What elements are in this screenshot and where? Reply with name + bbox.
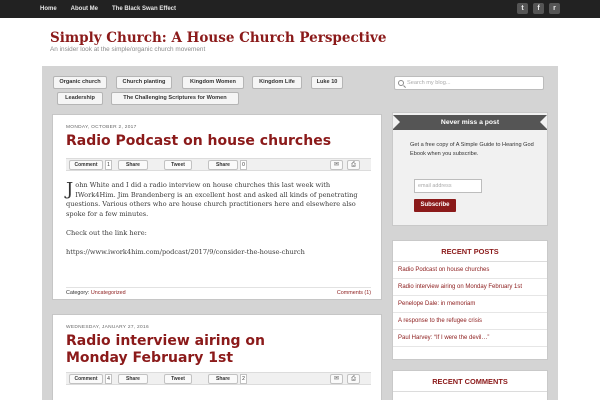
share-bar: Comment 1 Share Tweet Share 0 ✉ ⎙ — [66, 158, 371, 171]
post-link[interactable]: https://www.iwork4him.com/podcast/2017/9… — [66, 248, 371, 258]
email-field[interactable] — [414, 179, 482, 193]
post-date: WEDNESDAY, JANUARY 27, 2016 — [66, 325, 149, 330]
category-link[interactable]: Uncategorized — [91, 290, 126, 296]
print-icon[interactable]: ⎙ — [347, 160, 360, 170]
post-title[interactable]: Radio interview airing on Monday Februar… — [66, 333, 306, 367]
post-paragraph: Check out the link here: — [66, 228, 147, 237]
recent-post-link[interactable]: Penelope Dale: in memoriam — [393, 296, 547, 313]
tag-luke-10[interactable]: Luke 10 — [311, 76, 343, 89]
recent-post-link[interactable]: Radio interview airing on Monday Februar… — [393, 279, 547, 296]
nav-black-swan-effect[interactable]: The Black Swan Effect — [112, 0, 176, 18]
post-title[interactable]: Radio Podcast on house churches — [66, 133, 371, 150]
tag-leadership[interactable]: Leadership — [57, 92, 103, 105]
facebook-share-button[interactable]: Share — [118, 160, 148, 170]
subscribe-ribbon: Never miss a post — [393, 115, 547, 130]
recent-comments-widget: RECENT COMMENTS — [392, 370, 548, 400]
email-icon[interactable]: ✉ — [330, 160, 343, 170]
post-paragraph: John White and I did a radio interview o… — [66, 179, 358, 218]
linkedin-count: 0 — [240, 160, 247, 170]
post-body: John White and I did a radio interview o… — [66, 181, 371, 267]
tag-challenging-scriptures[interactable]: The Challenging Scriptures for Women — [111, 92, 239, 105]
site-title[interactable]: Simply Church: A House Church Perspectiv… — [50, 30, 386, 46]
tag-kingdom-women[interactable]: Kingdom Women — [182, 76, 244, 89]
share-bar: Comment 4 Share Tweet Share 2 ✉ ⎙ — [66, 372, 371, 385]
tweet-button[interactable]: Tweet — [164, 160, 192, 170]
recent-post-link[interactable]: A response to the refugee crisis — [393, 313, 547, 330]
email-icon[interactable]: ✉ — [330, 374, 343, 384]
recent-comments-title: RECENT COMMENTS — [393, 371, 547, 392]
print-icon[interactable]: ⎙ — [347, 374, 360, 384]
subscribe-title: Never miss a post — [440, 119, 500, 126]
category-label: Category: — [66, 290, 90, 296]
comment-count: 1 — [105, 160, 112, 170]
nav-about-me[interactable]: About Me — [71, 0, 98, 18]
tag-kingdom-life[interactable]: Kingdom Life — [252, 76, 302, 89]
site-description: An insider look at the simple/organic ch… — [50, 46, 206, 53]
post-card: WEDNESDAY, JANUARY 27, 2016 Radio interv… — [52, 314, 382, 400]
search-input[interactable] — [407, 77, 542, 89]
post-date: MONDAY, OCTOBER 2, 2017 — [66, 125, 137, 130]
search-icon — [398, 80, 404, 86]
linkedin-share-button[interactable]: Share — [208, 374, 238, 384]
comments-link[interactable]: Comments (1) — [337, 290, 371, 296]
twitter-icon[interactable]: t — [517, 3, 528, 14]
search-box — [394, 76, 544, 90]
recent-post-link[interactable]: Radio Podcast on house churches — [393, 262, 547, 279]
subscribe-widget: Never miss a post Get a free copy of A S… — [392, 112, 548, 226]
comment-count: 4 — [105, 374, 112, 384]
subscribe-text: Get a free copy of A Simple Guide to Hea… — [410, 142, 534, 157]
post-footer: Category: Uncategorized Comments (1) — [66, 287, 371, 297]
tweet-button[interactable]: Tweet — [164, 374, 192, 384]
facebook-icon[interactable]: f — [533, 3, 544, 14]
linkedin-share-button[interactable]: Share — [208, 160, 238, 170]
recent-post-link[interactable]: Paul Harvey: “If I were the devil…” — [393, 330, 547, 347]
rss-icon[interactable]: r — [549, 3, 560, 14]
tag-church-planting[interactable]: Church planting — [116, 76, 172, 89]
facebook-share-button[interactable]: Share — [118, 374, 148, 384]
recent-posts-widget: RECENT POSTS Radio Podcast on house chur… — [392, 240, 548, 360]
top-nav: Home About Me The Black Swan Effect — [40, 0, 190, 18]
tag-organic-church[interactable]: Organic church — [53, 76, 107, 89]
post-card: MONDAY, OCTOBER 2, 2017 Radio Podcast on… — [52, 114, 382, 300]
linkedin-count: 2 — [240, 374, 247, 384]
subscribe-button[interactable]: Subscribe — [414, 199, 456, 212]
nav-home[interactable]: Home — [40, 0, 57, 18]
recent-posts-title: RECENT POSTS — [393, 241, 547, 262]
comment-button[interactable]: Comment — [69, 374, 103, 384]
comment-button[interactable]: Comment — [69, 160, 103, 170]
dropcap: J — [66, 179, 74, 200]
